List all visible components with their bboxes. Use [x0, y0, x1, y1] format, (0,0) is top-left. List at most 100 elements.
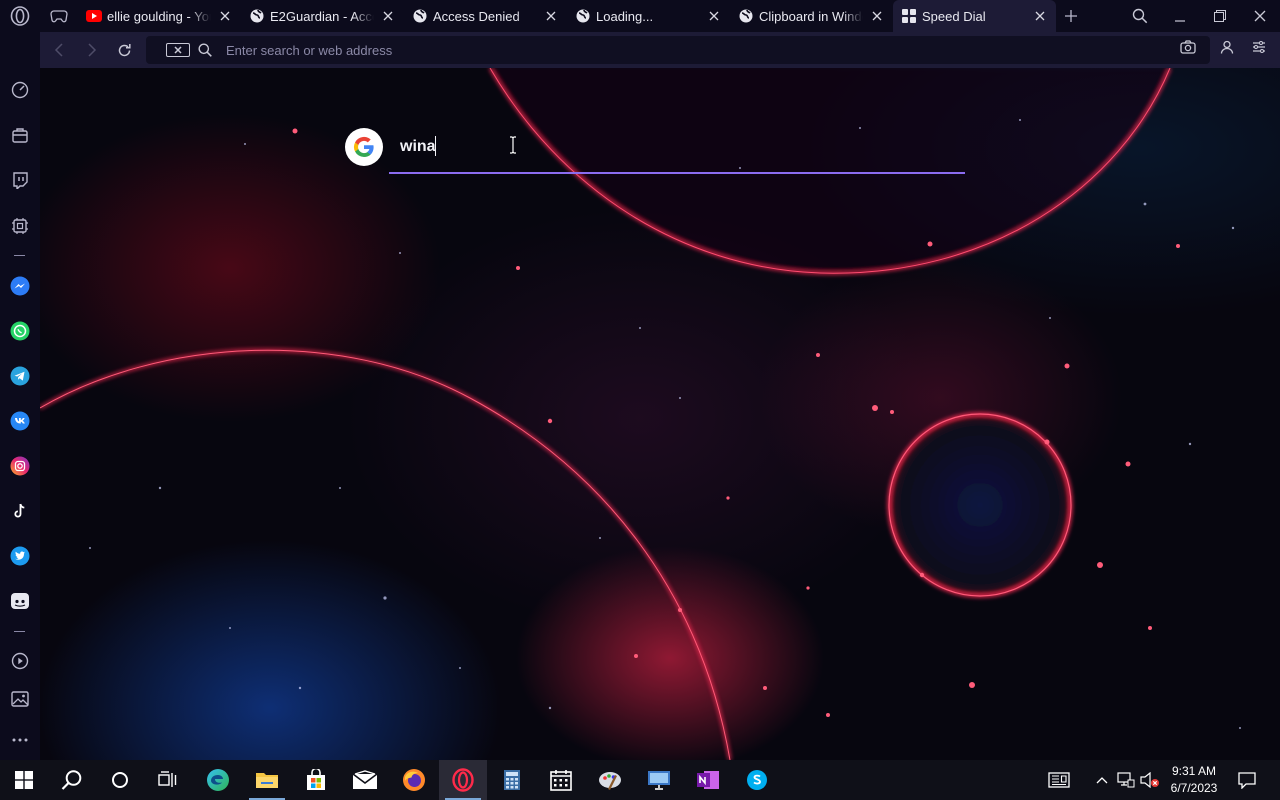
back-button[interactable] [42, 32, 75, 68]
opera-logo-icon [10, 6, 30, 26]
text-caret [435, 136, 436, 156]
tab-title: Access Denied [433, 8, 520, 24]
sidebar-item-messenger[interactable] [0, 271, 40, 301]
taskbar-paint[interactable] [586, 760, 634, 800]
easy-setup-button[interactable] [1252, 40, 1266, 58]
cortana-button[interactable] [96, 760, 144, 800]
close-tab-icon[interactable] [1032, 8, 1048, 24]
close-tab-icon[interactable] [706, 8, 722, 24]
sidebar-item-instagram[interactable] [0, 451, 40, 481]
play-icon [11, 652, 29, 670]
clear-icon[interactable] [166, 43, 190, 57]
tiktok-icon [14, 503, 25, 518]
restore-button[interactable] [1200, 0, 1240, 32]
sidebar-item-aria[interactable] [0, 120, 40, 150]
gx-game-tab[interactable] [40, 0, 78, 32]
task-view-button[interactable] [144, 760, 192, 800]
sidebar-item-vk[interactable] [0, 406, 40, 436]
minimize-button[interactable] [1160, 0, 1200, 32]
messenger-icon [10, 276, 30, 296]
news-widget-button[interactable] [1035, 760, 1083, 800]
sidebar-more-button[interactable] [0, 725, 40, 755]
action-center-button[interactable] [1224, 760, 1270, 800]
close-window-button[interactable] [1240, 0, 1280, 32]
start-button[interactable] [0, 760, 48, 800]
tab-title: Loading... [596, 8, 654, 24]
plus-icon [1065, 10, 1077, 22]
sidebar-item-twitch[interactable] [0, 165, 40, 195]
taskbar-firefox[interactable] [390, 760, 438, 800]
taskbar-skype[interactable] [733, 760, 781, 800]
taskbar-onenote[interactable] [684, 760, 732, 800]
image-icon [11, 691, 29, 707]
sidebar-item-discord[interactable] [0, 586, 40, 616]
new-tab-button[interactable] [1056, 0, 1086, 32]
taskbar-remote-desktop[interactable] [635, 760, 683, 800]
network-status-button[interactable] [1114, 760, 1138, 800]
google-logo-icon[interactable] [345, 128, 383, 166]
ibeam-cursor-icon [509, 136, 517, 159]
tab-title: Clipboard in Window [759, 8, 863, 24]
close-tab-icon[interactable] [217, 8, 233, 24]
tab-title: E2Guardian - Access [270, 8, 374, 24]
sidebar-item-speed-dial[interactable] [0, 75, 40, 105]
sidebar-item-player[interactable] [0, 646, 40, 676]
close-tab-icon[interactable] [380, 8, 396, 24]
taskbar-mail[interactable] [341, 760, 389, 800]
search-icon [198, 43, 212, 57]
show-hidden-icons-button[interactable] [1089, 760, 1115, 800]
globe-icon [575, 8, 591, 24]
tab-youtube[interactable]: ellie goulding - YouT [78, 0, 241, 32]
sidebar-item-twitter[interactable] [0, 541, 40, 571]
taskbar-calculator[interactable] [488, 760, 536, 800]
taskbar-file-explorer[interactable] [243, 760, 291, 800]
chevron-up-icon [1096, 777, 1108, 784]
volume-button[interactable] [1138, 760, 1162, 800]
speed-dial-icon [901, 8, 917, 24]
globe-icon [738, 8, 754, 24]
sidebar-item-whatsapp[interactable] [0, 316, 40, 346]
search-input[interactable] [400, 134, 800, 160]
calculator-icon [504, 770, 520, 790]
reload-button[interactable] [108, 32, 141, 68]
gauge-icon [11, 81, 29, 99]
news-icon [1048, 772, 1070, 788]
telegram-icon [10, 366, 30, 386]
close-tab-icon[interactable] [543, 8, 559, 24]
sidebar-item-tiktok[interactable] [0, 496, 40, 526]
calendar-icon [550, 770, 572, 791]
speed-dial-page [40, 68, 1280, 760]
task-view-icon [158, 771, 177, 787]
opera-menu-button[interactable] [0, 0, 40, 32]
clock-date: 6/7/2023 [1170, 781, 1218, 795]
chip-icon [12, 218, 28, 234]
cortana-icon [112, 772, 128, 788]
tab-access-denied[interactable]: Access Denied [404, 0, 567, 32]
tab-speed-dial[interactable]: Speed Dial [893, 0, 1056, 32]
whatsapp-icon [10, 321, 30, 341]
account-button[interactable] [1220, 40, 1234, 59]
close-tab-icon[interactable] [869, 8, 885, 24]
tab-e2guardian[interactable]: E2Guardian - Access [241, 0, 404, 32]
taskbar-edge[interactable] [194, 760, 242, 800]
tab-search-button[interactable] [1120, 0, 1160, 32]
taskbar-store[interactable] [292, 760, 340, 800]
taskbar-opera[interactable] [439, 760, 487, 800]
address-bar[interactable] [146, 36, 1210, 64]
tab-loading[interactable]: Loading... [567, 0, 730, 32]
taskbar-calendar[interactable] [537, 760, 585, 800]
sidebar-divider [14, 631, 25, 632]
sidebar-item-telegram[interactable] [0, 361, 40, 391]
sidebar-item-gallery[interactable] [0, 684, 40, 714]
tab-clipboard[interactable]: Clipboard in Window [730, 0, 893, 32]
search-widget [345, 128, 965, 174]
taskbar-clock[interactable]: 9:31 AM 6/7/2023 [1160, 763, 1228, 797]
snapshot-button[interactable] [1180, 40, 1196, 59]
camera-icon [1180, 40, 1196, 54]
notification-icon [1238, 772, 1256, 789]
sidebar-item-crypto-wallet[interactable] [0, 211, 40, 241]
taskbar-search-button[interactable] [48, 760, 96, 800]
forward-button[interactable] [75, 32, 108, 68]
url-input[interactable] [226, 42, 1210, 58]
vk-icon [10, 411, 30, 431]
